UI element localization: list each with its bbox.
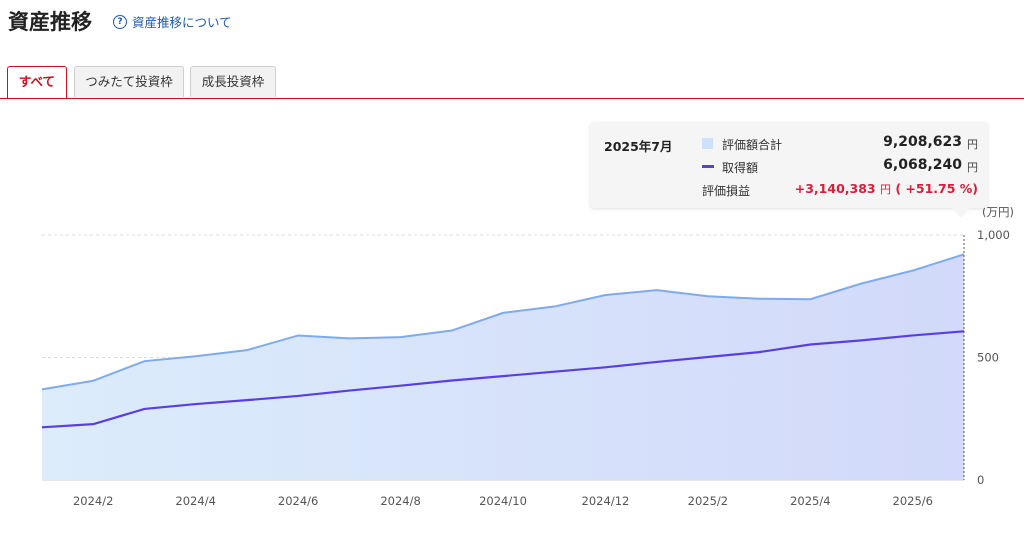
valuation-swatch-icon (702, 138, 713, 149)
y-tick-label: 0 (977, 473, 984, 487)
x-tick-label: 2024/10 (479, 494, 527, 508)
y-tick-label: 500 (977, 351, 999, 365)
tooltip-acquisition-value: 6,068,240 (883, 157, 962, 173)
gain-unit: 円 (879, 183, 891, 196)
gain-percent: ( +51.75 %) (895, 181, 978, 196)
gain-amount: +3,140,383 (794, 181, 876, 196)
x-tick-label: 2024/6 (278, 494, 318, 508)
x-tick-label: 2025/2 (688, 494, 728, 508)
x-tick-label: 2024/8 (380, 494, 420, 508)
tooltip-valuation-label: 評価額合計 (722, 138, 783, 152)
y-axis-unit: (万円) (982, 205, 1014, 219)
tooltip-valuation-unit: 円 (967, 138, 978, 151)
tooltip-gain-label: 評価損益 (702, 184, 751, 198)
x-tick-label: 2025/6 (893, 494, 933, 508)
tooltip-acquisition-label: 取得額 (722, 161, 759, 175)
x-tick-label: 2024/2 (73, 494, 113, 508)
acquisition-line-legend-icon (702, 165, 714, 168)
x-tick-label: 2024/12 (582, 494, 630, 508)
asset-chart[interactable]: 2024/2 2024/4 2024/6 2024/8 2024/10 2024/12 20… (0, 0, 1024, 536)
tooltip-gain-value: +3,140,383 円 ( +51.75 %) (795, 181, 978, 197)
tooltip-arrow (952, 208, 970, 218)
x-tick-label: 2024/4 (175, 494, 215, 508)
tooltip-gain-row: 評価損益 +3,140,383 円 ( +51.75 %) (702, 180, 978, 200)
tooltip: 2025年7月 評価額合計 9,208,623 円 取得額 6,068,240 … (590, 122, 988, 208)
tooltip-valuation-row: 評価額合計 9,208,623 円 (702, 134, 978, 154)
tooltip-acquisition-row: 取得額 6,068,240 円 (702, 157, 978, 177)
valuation-area (42, 254, 964, 480)
y-tick-label: 1,000 (977, 228, 1010, 242)
tooltip-valuation-value: 9,208,623 (883, 134, 962, 150)
tooltip-acquisition-unit: 円 (967, 161, 978, 174)
tooltip-month: 2025年7月 (604, 139, 673, 154)
x-tick-label: 2025/4 (790, 494, 830, 508)
